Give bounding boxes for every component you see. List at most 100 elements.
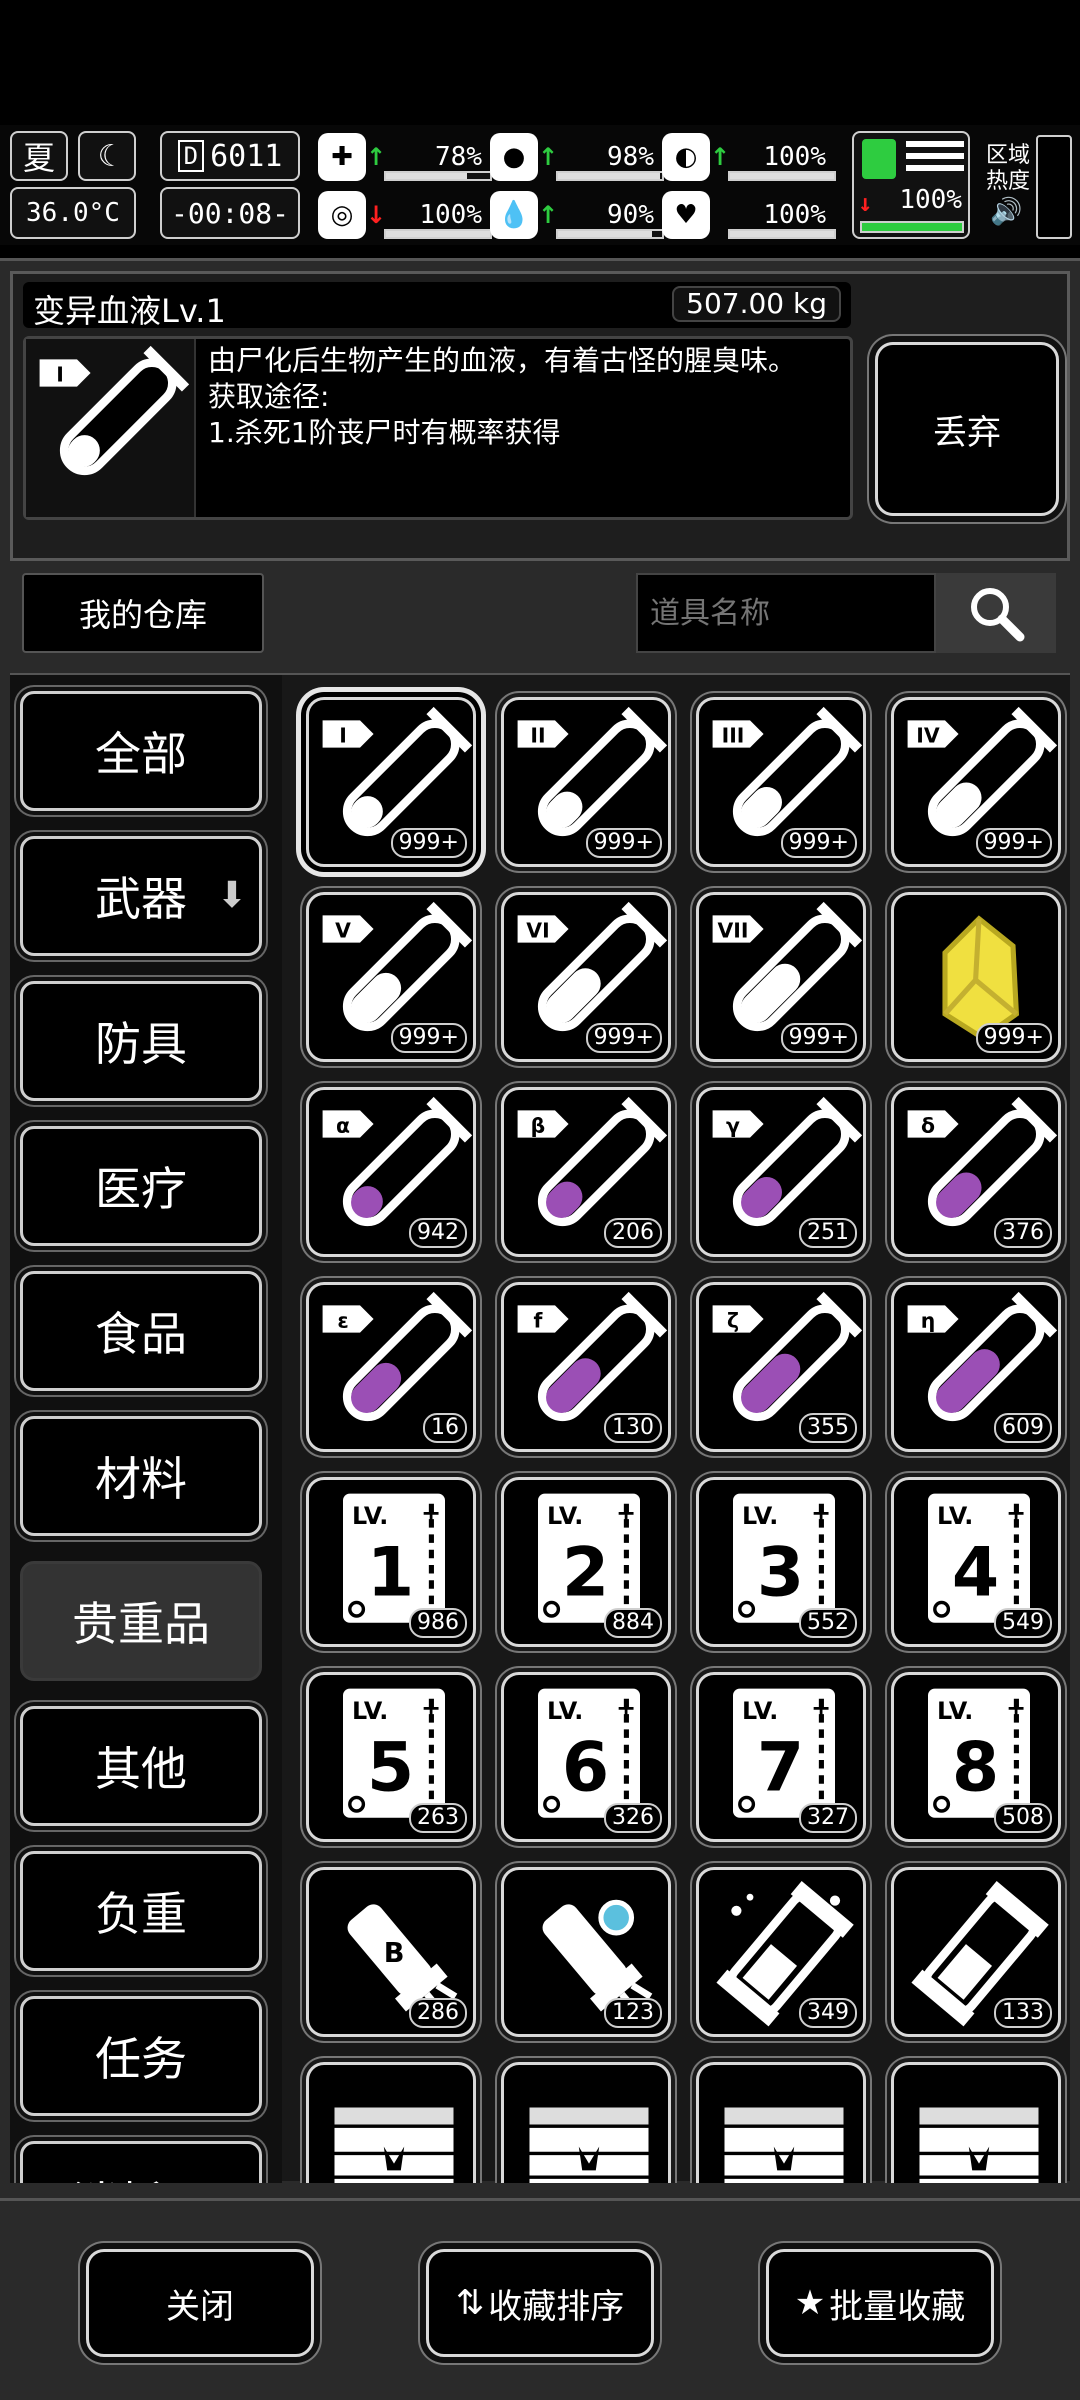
test-tube-icon: I [26,339,196,517]
item-count: 999+ [390,1023,467,1053]
item-slot[interactable]: γ 251 [696,1087,866,1257]
medicine-trend: ↑ [710,143,731,171]
item-slot[interactable]: 999+ [891,2062,1061,2183]
svg-text:δ: δ [921,1114,935,1138]
svg-text:+: + [811,1499,831,1527]
discard-button[interactable]: 丢弃 [875,342,1059,516]
item-slot[interactable]: II 999+ [501,697,671,867]
heart-bar [728,229,836,239]
heart-value: 100% [763,200,826,230]
health-value: 78% [435,142,482,172]
svg-text:3: 3 [757,1534,804,1613]
item-slot[interactable]: ζ 355 [696,1282,866,1452]
item-slot[interactable]: β 206 [501,1087,671,1257]
item-slot[interactable]: η 609 [891,1282,1061,1452]
zone-heat-label: 区域 热度 [986,143,1031,194]
svg-text:+: + [1006,1694,1026,1722]
svg-text:γ: γ [726,1114,740,1138]
day-value: 6011 [210,138,283,174]
temperature-display: 36.0°C [10,187,136,239]
item-count: 999+ [390,828,467,858]
item-slot[interactable]: LV. +7 327 [696,1672,866,1842]
item-slot[interactable]: f 130 [501,1282,671,1452]
category-5[interactable]: 材料 [20,1416,262,1536]
sound-icon[interactable]: 🔊 [990,197,1022,227]
medicine-value: 100% [763,142,826,172]
svg-text:I: I [339,724,347,748]
item-count: 376 [994,1218,1052,1248]
item-slot[interactable]: 123 [501,1867,671,2037]
category-7[interactable]: 其他 [20,1706,262,1826]
svg-text:V: V [335,919,351,943]
search-button[interactable] [936,573,1056,653]
category-1[interactable]: 武器 ⬇ [20,836,262,956]
item-slot[interactable]: 999+ [891,892,1061,1062]
boot-icon [862,139,896,179]
thirst-value: 90% [607,200,654,230]
category-label: 防具 [95,1017,187,1071]
heart-icon: ♥ [662,191,710,239]
star-icon: ★ [794,2283,826,2323]
item-slot[interactable]: α 942 [306,1087,476,1257]
item-slot[interactable]: 349 [696,1867,866,2037]
item-slot[interactable]: LV. +1 986 [306,1477,476,1647]
health-stat: ✚ ↑ 78% [318,131,496,183]
warehouse-panel: 变异血液Lv.1 507.00 kg I 由尸化后生物产生的血液，有着古怪的腥臭… [0,258,1080,2400]
item-slot[interactable]: 133 [891,1867,1061,2037]
item-slot[interactable]: I 999+ [306,697,476,867]
item-slot[interactable]: δ 376 [891,1087,1061,1257]
weight-badge: 507.00 kg [672,286,841,322]
batch-favorite-button[interactable]: ★ 批量收藏 [766,2249,994,2357]
close-button[interactable]: 关闭 [86,2249,314,2357]
item-title-bar: 变异血液Lv.1 507.00 kg [23,282,851,330]
item-slot[interactable]: LV. +4 549 [891,1477,1061,1647]
batch-label: 批量收藏 [829,2286,966,2327]
item-slot[interactable]: VI 999+ [501,892,671,1062]
mind-value: 100% [419,200,482,230]
category-3[interactable]: 医疗 [20,1126,262,1246]
item-slot[interactable]: VII 999+ [696,892,866,1062]
temperature-value: 36.0°C [26,198,120,228]
item-slot[interactable]: 999+ [306,2062,476,2183]
category-6[interactable]: 贵重品 [20,1561,262,1681]
category-10[interactable]: 消耗品 [20,2141,262,2183]
svg-text:LV.: LV. [937,1697,973,1725]
category-4[interactable]: 食品 [20,1271,262,1391]
favorite-sort-button[interactable]: ⇅ 收藏排序 [426,2249,654,2357]
item-count: 999+ [780,828,857,858]
medicine-stat: ◐ ↑ 100% [662,131,840,183]
item-count: 133 [994,1998,1052,2028]
category-0[interactable]: 全部 [20,691,262,811]
category-label: 任务 [95,2032,187,2086]
item-slot[interactable]: LV. +2 884 [501,1477,671,1647]
item-slot[interactable]: 999+ [501,2062,671,2183]
category-2[interactable]: 防具 [20,981,262,1101]
item-slot[interactable]: 999+ [696,2062,866,2183]
item-count: 349 [799,1998,857,2028]
item-slot[interactable]: V 999+ [306,892,476,1062]
svg-text:η: η [921,1309,936,1333]
search-input[interactable] [636,573,936,653]
item-count: 999+ [585,828,662,858]
item-slot[interactable]: LV. +6 326 [501,1672,671,1842]
health-trend: ↑ [366,143,387,171]
svg-text:ε: ε [337,1309,348,1333]
svg-text:1: 1 [367,1534,414,1613]
item-slot[interactable]: III 999+ [696,697,866,867]
item-slot[interactable]: LV. +3 552 [696,1477,866,1647]
svg-text:f: f [534,1309,544,1333]
svg-text:LV.: LV. [937,1502,973,1530]
category-8[interactable]: 负重 [20,1851,262,1971]
item-slot[interactable]: IV 999+ [891,697,1061,867]
season-badge: 夏 [10,131,68,181]
category-label: 武器 [95,872,187,926]
category-9[interactable]: 任务 [20,1996,262,2116]
stomach-icon: ● [490,133,538,181]
item-slot[interactable]: B 286 [306,1867,476,2037]
svg-text:LV.: LV. [547,1697,583,1725]
item-slot[interactable]: LV. +8 508 [891,1672,1061,1842]
svg-text:I: I [56,363,64,387]
item-slot[interactable]: ε 16 [306,1282,476,1452]
item-slot[interactable]: LV. +5 263 [306,1672,476,1842]
search-icon [971,588,1025,642]
